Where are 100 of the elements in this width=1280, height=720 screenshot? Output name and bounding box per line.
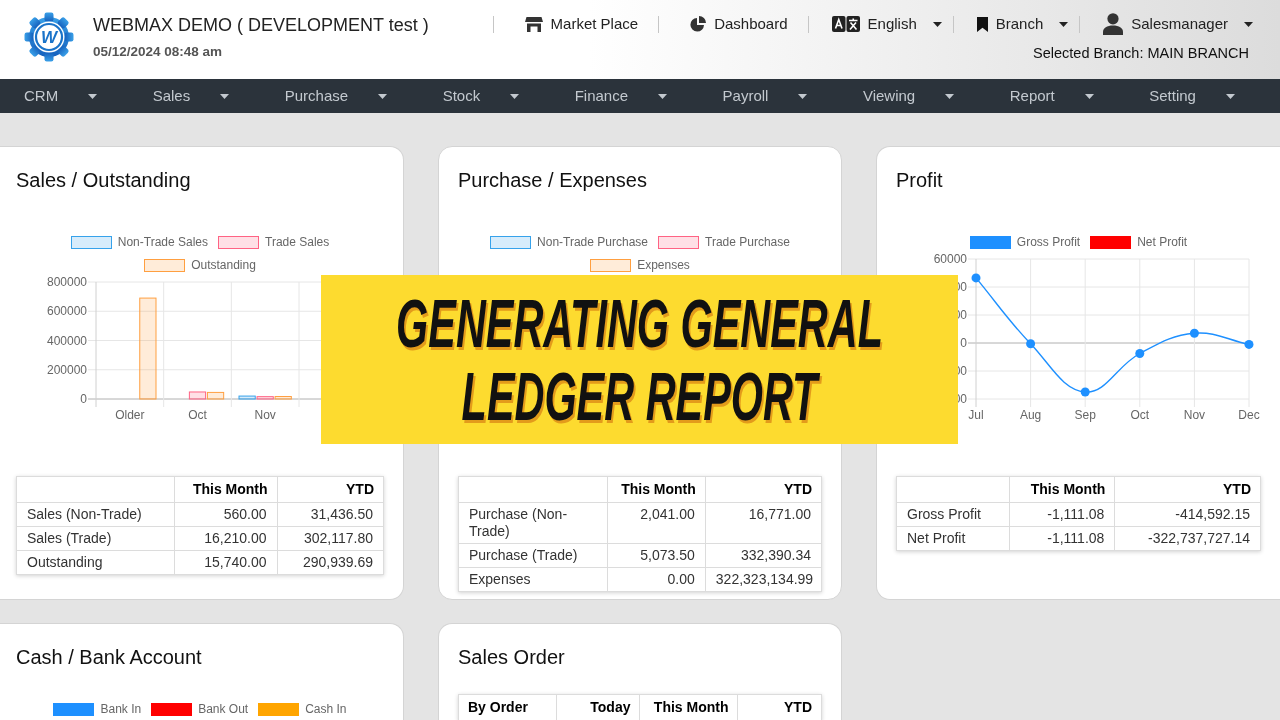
column-header: This Month — [607, 476, 706, 503]
axis-label: 400000 — [46, 333, 87, 348]
card-title: Sales Order — [458, 645, 566, 670]
axis-label: Oct — [1130, 408, 1150, 422]
table-cell: 15,740.00 — [174, 550, 278, 575]
axis-label: 200000 — [46, 362, 87, 377]
legend-label: Expenses — [637, 259, 690, 272]
menu-item[interactable]: Viewing — [862, 86, 955, 106]
data-point — [1244, 339, 1254, 349]
table-cell: 332,390.34 — [705, 543, 822, 568]
dropdown-toggle[interactable]: Branch — [976, 14, 1069, 34]
caret-icon — [1084, 93, 1094, 99]
legend-label: Cash In — [305, 703, 347, 716]
table-cell: -414,592.15 — [1114, 502, 1261, 527]
caret-icon — [658, 93, 668, 99]
axis-label: Sep — [1074, 408, 1096, 422]
table-cell: 290,939.69 — [277, 550, 384, 575]
nav-link[interactable]: Market Place — [524, 14, 639, 34]
axis-label: 0 — [80, 392, 87, 406]
caret-icon — [88, 93, 98, 99]
menu-item[interactable]: Payroll — [722, 86, 808, 106]
bar — [188, 391, 207, 400]
column-header: YTD — [277, 476, 384, 503]
axis-label: Jul — [968, 408, 984, 422]
table-cell: 322,323,134.99 — [705, 567, 822, 592]
data-point — [1135, 349, 1145, 358]
axis-label: Aug — [1019, 408, 1042, 422]
selected-branch-label: Selected Branch: MAIN BRANCH — [1033, 44, 1249, 62]
column-header: Today — [556, 694, 640, 720]
dropdown-toggle[interactable]: Salesmanager — [1103, 13, 1253, 35]
table-cell: -1,111.08 — [1009, 526, 1115, 551]
axis-label: Dec — [1238, 408, 1260, 422]
banner-title: GENERATING GENERAL LEDGER REPORT — [395, 286, 884, 433]
column-header: YTD — [705, 476, 822, 503]
caret-icon — [510, 93, 520, 99]
data-point — [1080, 387, 1090, 397]
row-label: Sales (Non-Trade) — [16, 502, 175, 527]
menu-item[interactable]: Report — [1009, 86, 1094, 106]
legend-label: Net Profit — [1137, 236, 1188, 249]
column-header: This Month — [174, 476, 278, 503]
caret-icon — [932, 21, 942, 27]
row-label: Net Profit — [896, 526, 1010, 551]
table-cell: 2,041.00 — [607, 502, 706, 544]
caret-icon — [1059, 21, 1069, 27]
menu-item[interactable]: Purchase — [284, 86, 388, 106]
caret-icon — [220, 93, 230, 99]
menu-item[interactable]: CRM — [24, 86, 98, 106]
row-label: Purchase (Trade) — [458, 543, 608, 568]
menu-item[interactable]: Setting — [1149, 86, 1235, 106]
caret-icon — [1225, 93, 1235, 99]
table-cell: 302,117.80 — [277, 526, 384, 551]
column-header: YTD — [738, 694, 822, 720]
axis-label: Oct — [188, 408, 207, 422]
card-title: Sales / Outstanding — [16, 168, 192, 193]
gear-logo: W — [24, 12, 74, 62]
card-title: Profit — [896, 168, 944, 193]
menu-item[interactable]: Finance — [574, 86, 668, 106]
caret-icon — [945, 93, 955, 99]
legend-label: Trade Purchase — [705, 236, 790, 249]
axis-label: Nov — [1183, 408, 1206, 422]
row-label: Gross Profit — [896, 502, 1010, 527]
dropdown-toggle[interactable]: English — [831, 14, 942, 34]
legend-label: Trade Sales — [265, 236, 330, 249]
legend-label: Bank Out — [198, 703, 249, 716]
table-cell: 16,771.00 — [705, 502, 822, 544]
language-icon — [831, 16, 860, 32]
card-title: Purchase / Expenses — [458, 168, 648, 193]
row-label: Sales (Trade) — [16, 526, 175, 551]
menu-item[interactable]: Sales — [152, 86, 230, 106]
table-cell: -322,737,727.14 — [1114, 526, 1261, 551]
table-cell: 31,436.50 — [277, 502, 384, 527]
datetime-label: 05/12/2024 08:48 am — [93, 43, 224, 60]
card-title: Cash / Bank Account — [16, 645, 203, 670]
pie-chart-icon — [690, 16, 707, 32]
menu-item[interactable]: Stock — [442, 86, 520, 106]
caret-icon — [1244, 21, 1253, 27]
legend-label: Non-Trade Sales — [117, 236, 208, 249]
column-header: YTD — [1114, 476, 1261, 503]
data-point — [1189, 328, 1199, 338]
axis-label: 800000 — [46, 275, 87, 289]
table-cell: 0.00 — [607, 567, 706, 592]
axis-label: 600000 — [46, 304, 87, 319]
legend-label: Bank In — [100, 703, 142, 716]
data-point — [971, 273, 981, 283]
table-cell: 5,073.50 — [607, 543, 706, 568]
legend-label: Non-Trade Purchase — [537, 236, 648, 249]
nav-link[interactable]: Dashboard — [690, 14, 788, 34]
axis-label: 0 — [960, 336, 967, 350]
axis-label: Nov — [254, 408, 276, 422]
data-point — [1026, 339, 1036, 349]
bar — [206, 391, 225, 400]
column-header: This Month — [1009, 476, 1115, 503]
caret-icon — [378, 93, 388, 99]
axis-label: 60000 — [933, 252, 967, 266]
table-cell: 16,210.00 — [174, 526, 278, 551]
legend-label: Gross Profit — [1016, 236, 1081, 249]
legend-label: Outstanding — [191, 259, 256, 272]
table-cell: 560.00 — [174, 502, 278, 527]
table-cell: -1,111.08 — [1009, 502, 1115, 527]
app-title: WEBMAX DEMO ( DEVELOPMENT test ) — [93, 14, 429, 36]
